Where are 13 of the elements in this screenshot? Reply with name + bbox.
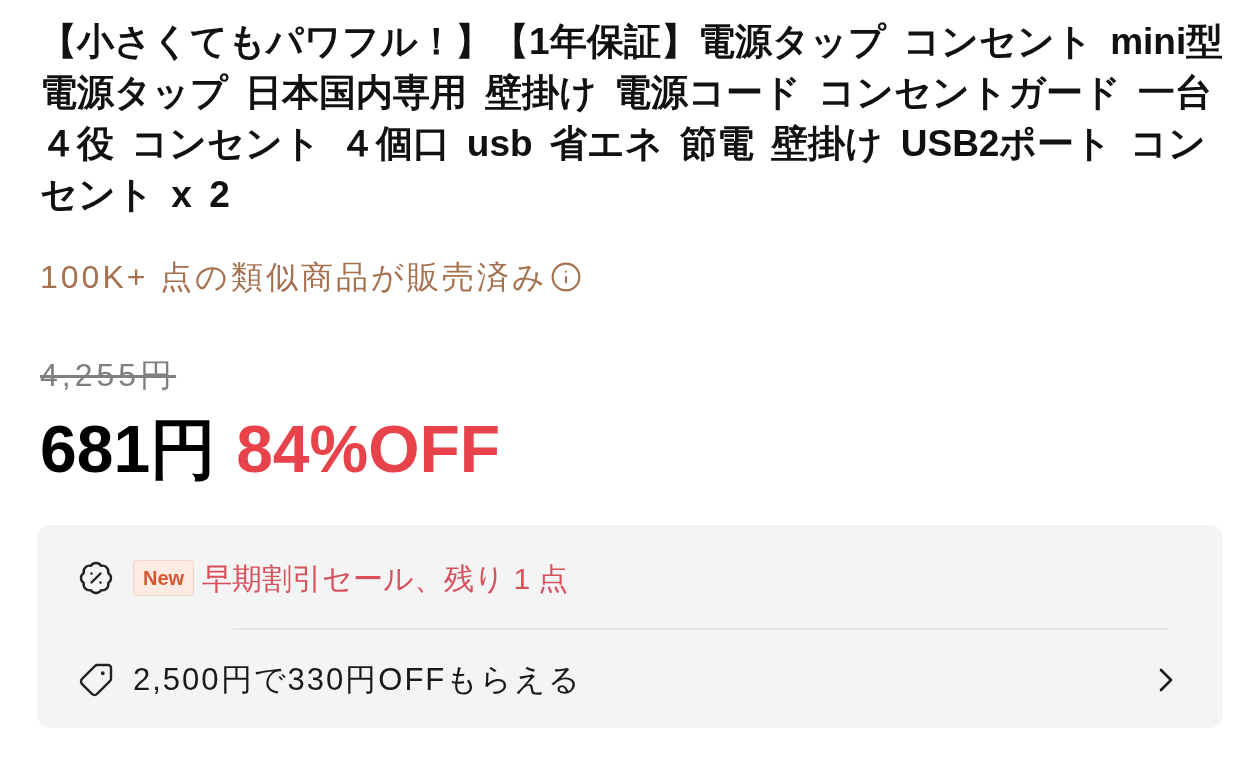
coupon-row[interactable]: 2,500円で330円OFFもらえる bbox=[78, 655, 1223, 705]
chevron-right-icon bbox=[1159, 668, 1173, 692]
new-tag: New bbox=[133, 560, 195, 596]
sale-text: 早期割引セール、残り 1 点 bbox=[202, 560, 569, 597]
current-price: 681円 bbox=[40, 413, 217, 485]
original-price: 4,255円 bbox=[40, 357, 177, 393]
discount-text: 84%OFF bbox=[236, 413, 501, 485]
percent-badge-icon bbox=[78, 560, 114, 596]
tag-icon bbox=[78, 662, 114, 698]
info-icon[interactable] bbox=[550, 261, 583, 293]
coupon-text: 2,500円で330円OFFもらえる bbox=[133, 660, 583, 699]
product-title: 【小さくてもパワフル！】【1年保証】電源タップ コンセント mini型電源タップ 日本国内専用 壁掛け 電源コード コンセントガード 一台４役 コンセント ４個口 usb 省エネ 節電 壁掛け USB2ポート コンセント x 2 bbox=[40, 20, 1225, 217]
sold-count-text: 100K+ 点の類似商品が販売済み bbox=[40, 259, 549, 295]
